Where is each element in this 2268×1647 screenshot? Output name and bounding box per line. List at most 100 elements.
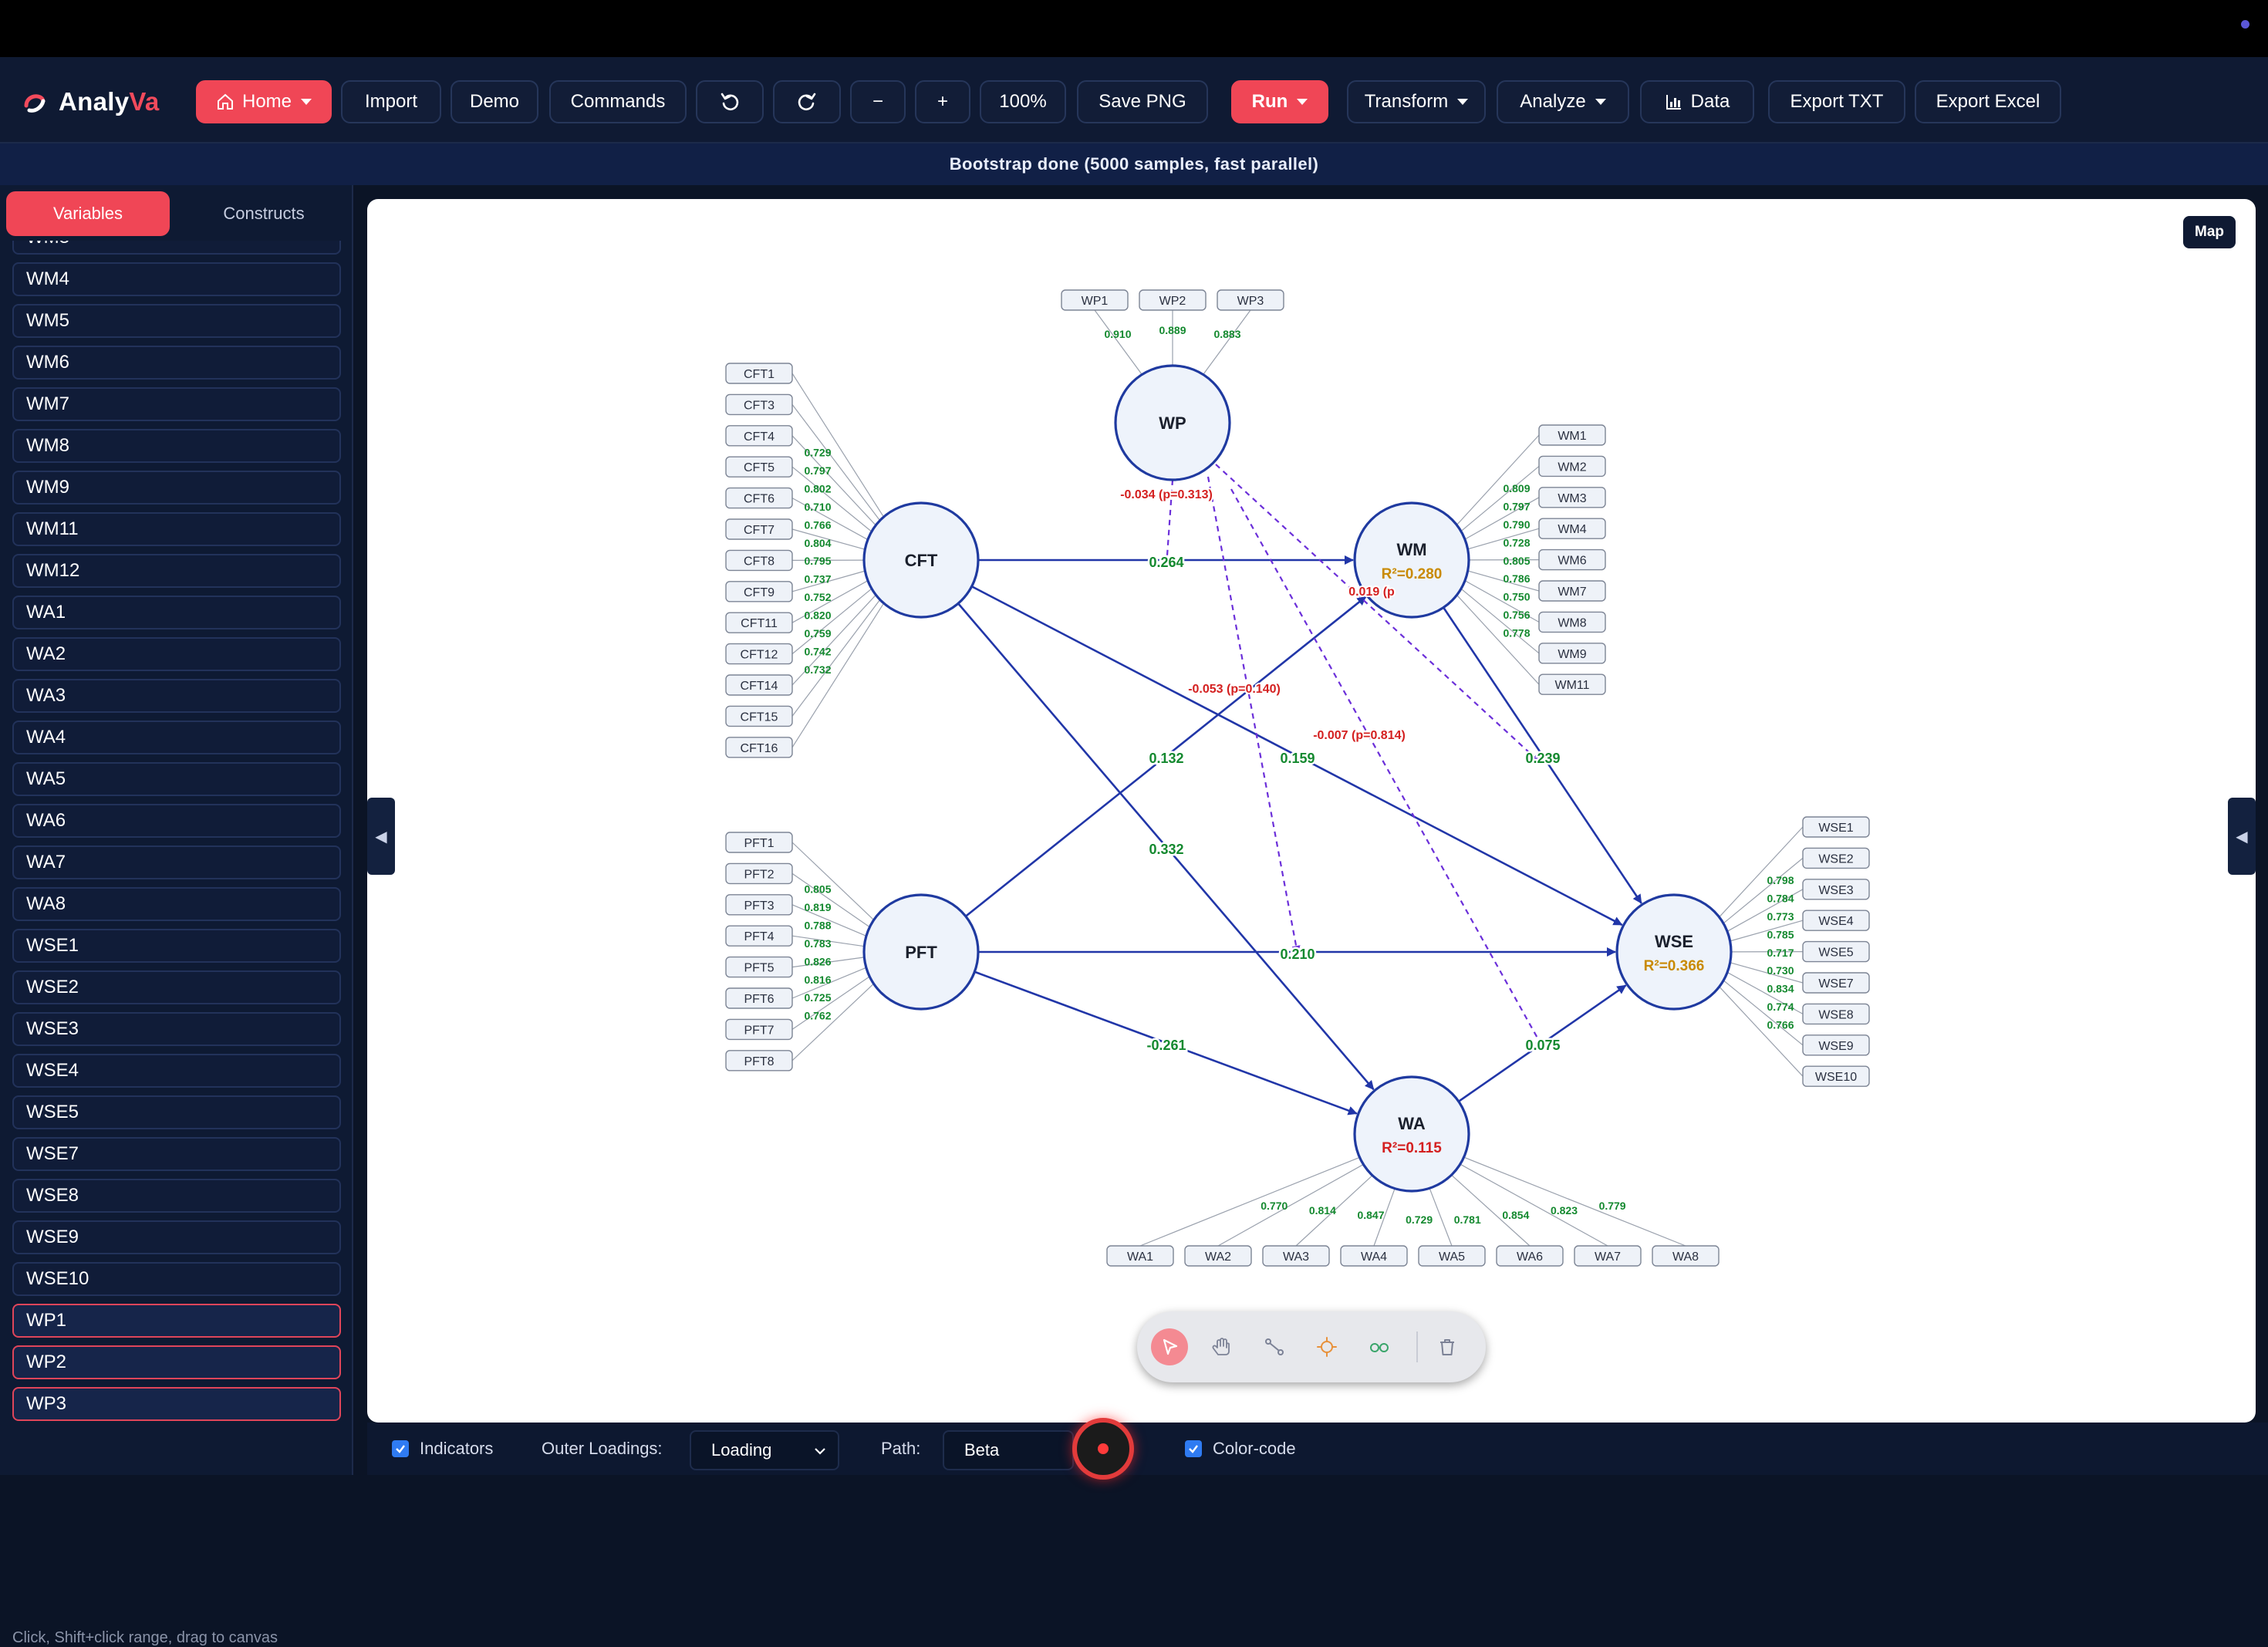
variable-item[interactable]: WA8 xyxy=(12,887,341,921)
redo-button[interactable] xyxy=(773,80,841,123)
zoom-level[interactable]: 100% xyxy=(980,80,1066,123)
indicator-wm11[interactable]: WM11 xyxy=(1539,674,1605,694)
indicator-wse9[interactable]: WSE9 xyxy=(1803,1035,1869,1055)
indicator-pft3[interactable]: PFT3 xyxy=(726,895,792,915)
variable-item[interactable]: WA5 xyxy=(12,762,341,796)
zoom-in-button[interactable]: + xyxy=(915,80,970,123)
variable-item[interactable]: WSE8 xyxy=(12,1179,341,1213)
construct-cft[interactable]: CFT xyxy=(864,503,978,617)
indicator-wa4[interactable]: WA4 xyxy=(1341,1246,1407,1266)
tab-constructs[interactable]: Constructs xyxy=(182,191,346,236)
variable-item[interactable]: WM8 xyxy=(12,429,341,463)
construct-wp[interactable]: WP xyxy=(1115,366,1230,480)
data-button[interactable]: Data xyxy=(1640,80,1754,123)
moderation-path[interactable] xyxy=(1208,477,1298,953)
indicator-pft6[interactable]: PFT6 xyxy=(726,988,792,1008)
indicator-wm8[interactable]: WM8 xyxy=(1539,612,1605,632)
variable-item[interactable]: WSE1 xyxy=(12,929,341,963)
delete-tool-button[interactable] xyxy=(1429,1328,1466,1365)
pan-tool-button[interactable] xyxy=(1203,1328,1240,1365)
demo-button[interactable]: Demo xyxy=(451,80,538,123)
tab-variables[interactable]: Variables xyxy=(6,191,170,236)
variable-item[interactable]: WM4 xyxy=(12,262,341,296)
indicator-cft8[interactable]: CFT8 xyxy=(726,550,792,570)
zoom-out-button[interactable]: − xyxy=(850,80,906,123)
variable-item[interactable]: WA2 xyxy=(12,637,341,671)
variable-item[interactable]: WSE7 xyxy=(12,1137,341,1171)
outer-loadings-select[interactable]: Loading xyxy=(690,1430,839,1470)
indicator-cft1[interactable]: CFT1 xyxy=(726,363,792,383)
variable-item[interactable]: WM6 xyxy=(12,346,341,380)
variable-item[interactable]: WSE3 xyxy=(12,1012,341,1046)
indicator-wa6[interactable]: WA6 xyxy=(1497,1246,1563,1266)
variable-item[interactable]: WSE10 xyxy=(12,1262,341,1296)
indicator-wm9[interactable]: WM9 xyxy=(1539,643,1605,663)
variable-item[interactable]: WP3 xyxy=(12,1387,341,1421)
indicator-wp2[interactable]: WP2 xyxy=(1139,290,1206,310)
record-button[interactable] xyxy=(1072,1418,1134,1480)
indicator-wa2[interactable]: WA2 xyxy=(1185,1246,1251,1266)
collapse-left-panel-button[interactable]: ◀ xyxy=(367,798,395,875)
indicator-cft3[interactable]: CFT3 xyxy=(726,394,792,414)
save-png-button[interactable]: Save PNG xyxy=(1077,80,1208,123)
color-code-toggle[interactable]: Color-code xyxy=(1185,1423,1296,1475)
variable-item[interactable]: WA7 xyxy=(12,845,341,879)
indicator-cft14[interactable]: CFT14 xyxy=(726,675,792,695)
transform-menu-button[interactable]: Transform xyxy=(1347,80,1486,123)
indicator-wa7[interactable]: WA7 xyxy=(1574,1246,1641,1266)
checkbox-icon[interactable] xyxy=(392,1440,409,1457)
indicator-pft7[interactable]: PFT7 xyxy=(726,1019,792,1039)
variable-item[interactable]: WM11 xyxy=(12,512,341,546)
indicator-cft4[interactable]: CFT4 xyxy=(726,426,792,446)
indicator-wse8[interactable]: WSE8 xyxy=(1803,1004,1869,1024)
import-button[interactable]: Import xyxy=(341,80,441,123)
construct-wm[interactable]: WMR²=0.280 xyxy=(1355,503,1469,617)
path-select[interactable]: Beta xyxy=(943,1430,1074,1470)
variable-item[interactable]: WSE2 xyxy=(12,970,341,1004)
variable-item[interactable]: WM9 xyxy=(12,471,341,505)
indicator-cft16[interactable]: CFT16 xyxy=(726,737,792,758)
commands-button[interactable]: Commands xyxy=(549,80,687,123)
indicator-wa8[interactable]: WA8 xyxy=(1652,1246,1719,1266)
indicator-pft8[interactable]: PFT8 xyxy=(726,1051,792,1071)
indicator-wse10[interactable]: WSE10 xyxy=(1803,1066,1869,1086)
variable-item[interactable]: WA6 xyxy=(12,804,341,838)
connect-tool-button[interactable] xyxy=(1256,1328,1293,1365)
indicator-pft2[interactable]: PFT2 xyxy=(726,863,792,883)
indicator-cft7[interactable]: CFT7 xyxy=(726,519,792,539)
variable-item[interactable]: WA4 xyxy=(12,721,341,754)
run-menu-button[interactable]: Run xyxy=(1231,80,1328,123)
variable-item[interactable]: WM5 xyxy=(12,304,341,338)
variable-item[interactable]: WSE9 xyxy=(12,1220,341,1254)
indicator-wm7[interactable]: WM7 xyxy=(1539,581,1605,601)
indicator-wm4[interactable]: WM4 xyxy=(1539,518,1605,538)
undo-button[interactable] xyxy=(696,80,764,123)
home-menu-button[interactable]: Home xyxy=(196,80,332,123)
checkbox-icon[interactable] xyxy=(1185,1440,1202,1457)
indicator-cft11[interactable]: CFT11 xyxy=(726,613,792,633)
construct-wse[interactable]: WSER²=0.366 xyxy=(1617,895,1731,1009)
indicator-wm6[interactable]: WM6 xyxy=(1539,550,1605,570)
indicator-wse2[interactable]: WSE2 xyxy=(1803,848,1869,868)
indicator-cft9[interactable]: CFT9 xyxy=(726,582,792,602)
variable-item[interactable]: WM12 xyxy=(12,554,341,588)
indicator-wa5[interactable]: WA5 xyxy=(1419,1246,1485,1266)
construct-wa[interactable]: WAR²=0.115 xyxy=(1355,1077,1469,1191)
indicator-wm3[interactable]: WM3 xyxy=(1539,488,1605,508)
indicators-toggle[interactable]: Indicators xyxy=(392,1423,493,1475)
group-tool-button[interactable] xyxy=(1361,1328,1398,1365)
construct-pft[interactable]: PFT xyxy=(864,895,978,1009)
indicator-cft15[interactable]: CFT15 xyxy=(726,706,792,726)
variable-item[interactable]: WM3 xyxy=(12,241,341,255)
indicator-pft4[interactable]: PFT4 xyxy=(726,926,792,946)
variable-item[interactable]: WP2 xyxy=(12,1345,341,1379)
indicator-wse5[interactable]: WSE5 xyxy=(1803,942,1869,962)
analyze-menu-button[interactable]: Analyze xyxy=(1497,80,1629,123)
export-excel-button[interactable]: Export Excel xyxy=(1915,80,2061,123)
model-canvas[interactable]: WPCFTWMR²=0.280PFTWSER²=0.366WAR²=0.115 … xyxy=(367,199,2256,1423)
variable-item[interactable]: WSE5 xyxy=(12,1095,341,1129)
indicator-cft6[interactable]: CFT6 xyxy=(726,488,792,508)
path-model-diagram[interactable]: WPCFTWMR²=0.280PFTWSER²=0.366WAR²=0.115 … xyxy=(367,199,2256,1423)
indicator-pft1[interactable]: PFT1 xyxy=(726,832,792,852)
indicator-wm1[interactable]: WM1 xyxy=(1539,425,1605,445)
